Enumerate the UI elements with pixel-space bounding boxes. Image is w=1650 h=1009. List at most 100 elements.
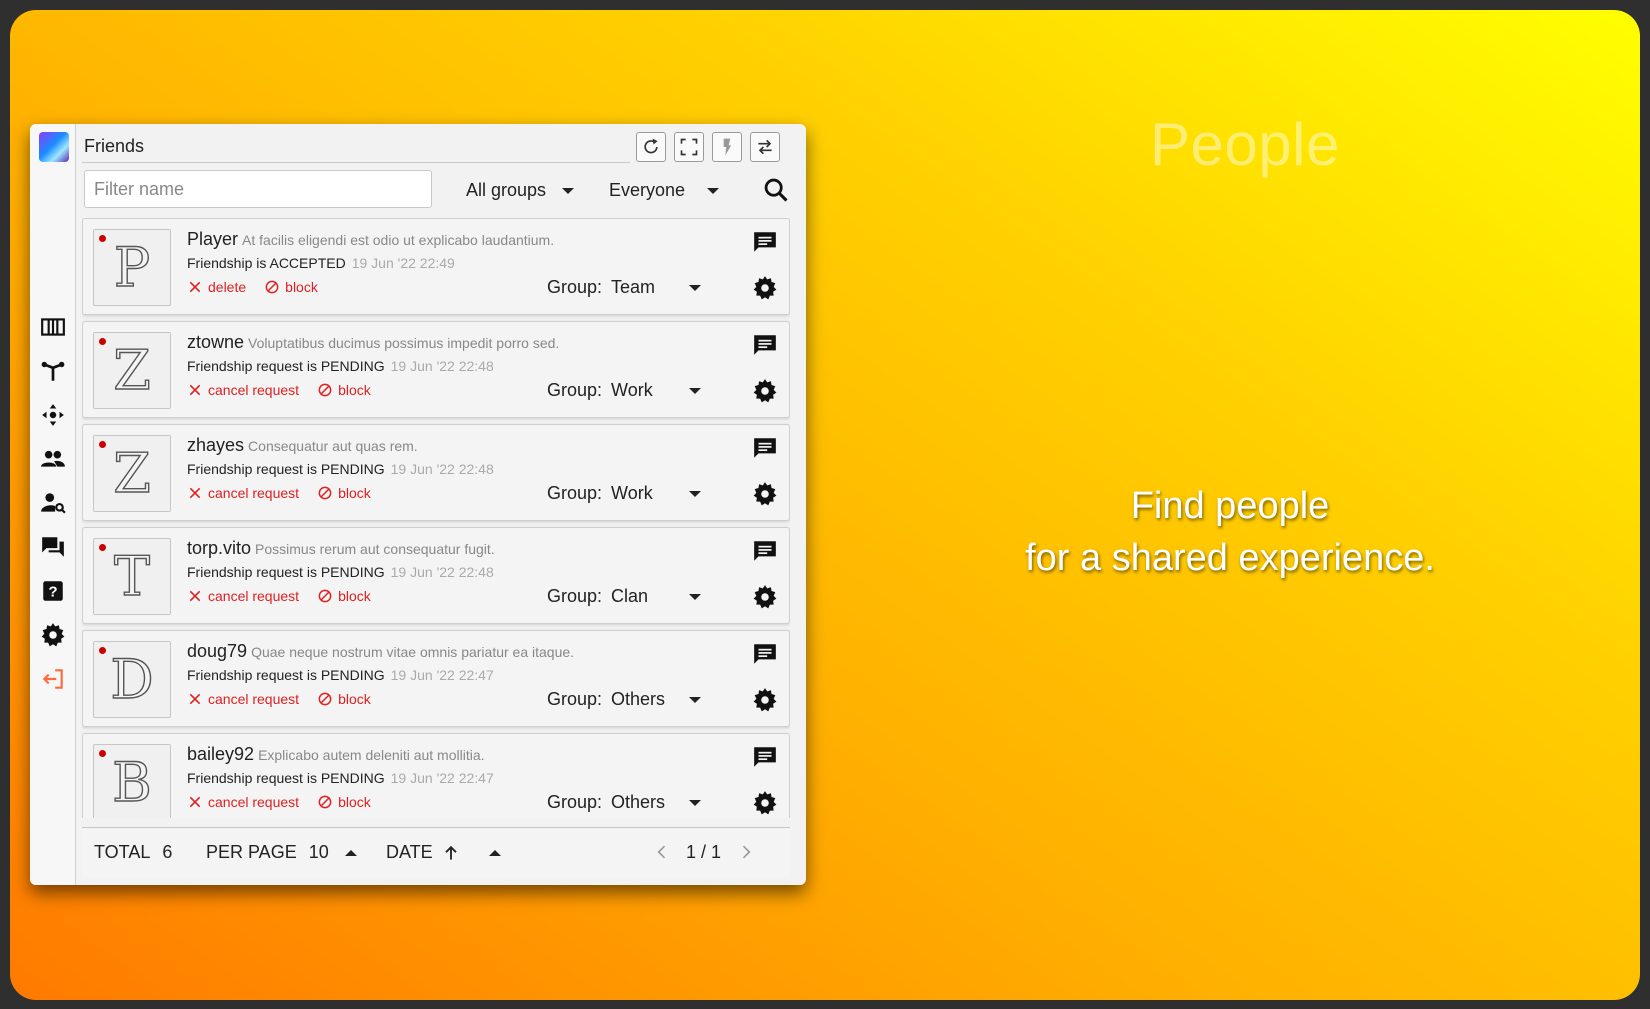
chevron-down-icon <box>689 388 701 394</box>
primary-action-label: cancel request <box>208 382 300 398</box>
friendship-status-row: Friendship request is PENDING 19 Jun '22 … <box>187 461 494 477</box>
group-select[interactable]: Group: Work <box>547 483 707 504</box>
friend-motto: Consequatur aut quas rem. <box>248 438 418 454</box>
gear-icon[interactable] <box>752 275 778 301</box>
block-label: block <box>338 485 371 501</box>
friend-actions: cancel request block <box>187 794 389 810</box>
friend-name-row: bailey92 Explicabo autem deleniti aut mol… <box>187 744 485 765</box>
chat-icon[interactable] <box>40 534 66 560</box>
window-titlebar: Friends <box>76 124 806 166</box>
message-icon[interactable] <box>752 229 778 255</box>
block-button[interactable]: block <box>317 382 371 398</box>
per-page-select[interactable]: PER PAGE 10 <box>206 842 357 863</box>
friend-name[interactable]: Player <box>187 229 238 249</box>
per-page-label: PER PAGE <box>206 842 297 862</box>
search-button[interactable] <box>762 176 790 204</box>
friend-card: T torp.vito Possimus rerum aut consequatu… <box>82 527 790 624</box>
block-button[interactable]: block <box>317 691 371 707</box>
friend-card: B bailey92 Explicabo autem deleniti aut m… <box>82 733 790 818</box>
group-select[interactable]: Group: Work <box>547 380 707 401</box>
swap-button[interactable] <box>750 132 780 162</box>
refresh-button[interactable] <box>636 132 666 162</box>
group-select[interactable]: Group: Team <box>547 277 707 298</box>
avatar-letter: B <box>111 750 152 814</box>
filter-name-input[interactable] <box>84 170 432 208</box>
group-select-value: All groups <box>466 180 547 200</box>
block-button[interactable]: block <box>317 588 371 604</box>
gear-icon[interactable] <box>752 790 778 816</box>
gear-icon[interactable] <box>752 378 778 404</box>
logout-icon[interactable] <box>40 666 66 692</box>
scope-select[interactable]: Everyone <box>609 180 720 201</box>
cancel-request-button[interactable]: cancel request <box>187 588 299 604</box>
friendship-status: Friendship request is PENDING <box>187 564 385 580</box>
primary-action-label: cancel request <box>208 588 300 604</box>
sort-select[interactable]: DATE <box>386 842 501 863</box>
cancel-request-button[interactable]: cancel request <box>187 691 299 707</box>
block-icon <box>318 692 332 706</box>
group-value: Others <box>611 792 666 812</box>
block-icon <box>265 280 279 294</box>
gear-icon[interactable] <box>40 622 66 648</box>
friend-name[interactable]: doug79 <box>187 641 247 661</box>
avatar[interactable]: Z <box>93 332 171 409</box>
block-label: block <box>338 588 371 604</box>
list-footer: TOTAL 6 PER PAGE 10 DATE 1 / 1 <box>82 827 790 877</box>
next-page-icon[interactable] <box>736 842 756 862</box>
flash-button[interactable] <box>712 132 742 162</box>
total-label: TOTAL <box>94 842 151 862</box>
group-select[interactable]: Group: Others <box>547 689 707 710</box>
friend-actions: cancel request block <box>187 588 389 604</box>
help-icon[interactable]: ? <box>40 578 66 604</box>
chevron-down-icon <box>689 491 701 497</box>
chevron-down-icon <box>689 697 701 703</box>
message-icon[interactable] <box>752 538 778 564</box>
cancel-request-button[interactable]: cancel request <box>187 485 299 501</box>
friend-actions: cancel request block <box>187 485 389 501</box>
avatar[interactable]: Z <box>93 435 171 512</box>
block-button[interactable]: block <box>317 485 371 501</box>
columns-icon[interactable] <box>40 314 66 340</box>
group-label: Group: <box>547 689 603 709</box>
online-status-dot <box>99 338 106 345</box>
friend-name[interactable]: torp.vito <box>187 538 251 558</box>
message-icon[interactable] <box>752 744 778 770</box>
block-button[interactable]: block <box>264 279 318 295</box>
move-icon[interactable] <box>40 402 66 428</box>
group-value: Work <box>611 483 653 503</box>
cancel-request-button[interactable]: cancel request <box>187 794 299 810</box>
delete-button[interactable]: delete <box>187 279 246 295</box>
friend-name[interactable]: bailey92 <box>187 744 254 764</box>
avatar[interactable]: D <box>93 641 171 718</box>
primary-action-label: cancel request <box>208 485 300 501</box>
avatar[interactable]: T <box>93 538 171 615</box>
friend-name[interactable]: ztowne <box>187 332 244 352</box>
message-icon[interactable] <box>752 435 778 461</box>
tree-icon[interactable] <box>40 358 66 384</box>
fullscreen-button[interactable] <box>674 132 704 162</box>
arrow-up-icon[interactable] <box>441 843 461 863</box>
message-icon[interactable] <box>752 641 778 667</box>
tagline: Find people for a shared experience. <box>990 480 1470 584</box>
user-search-icon[interactable] <box>40 490 66 516</box>
gear-icon[interactable] <box>752 687 778 713</box>
chevron-up-icon <box>488 849 501 856</box>
message-icon[interactable] <box>752 332 778 358</box>
avatar[interactable]: P <box>93 229 171 306</box>
group-select[interactable]: Group: Others <box>547 792 707 813</box>
search-icon <box>764 178 788 202</box>
friendship-date: 19 Jun '22 22:47 <box>390 770 494 786</box>
cancel-request-button[interactable]: cancel request <box>187 382 299 398</box>
primary-action-label: cancel request <box>208 794 300 810</box>
avatar[interactable]: B <box>93 744 171 818</box>
group-select[interactable]: All groups <box>466 180 575 201</box>
friend-name[interactable]: zhayes <box>187 435 244 455</box>
group-select[interactable]: Group: Clan <box>547 586 707 607</box>
people-icon[interactable] <box>40 446 66 472</box>
friend-name-row: zhayes Consequatur aut quas rem. <box>187 435 418 456</box>
gear-icon[interactable] <box>752 481 778 507</box>
block-button[interactable]: block <box>317 794 371 810</box>
app-logo[interactable] <box>39 132 69 162</box>
gear-icon[interactable] <box>752 584 778 610</box>
prev-page-icon[interactable] <box>652 842 672 862</box>
